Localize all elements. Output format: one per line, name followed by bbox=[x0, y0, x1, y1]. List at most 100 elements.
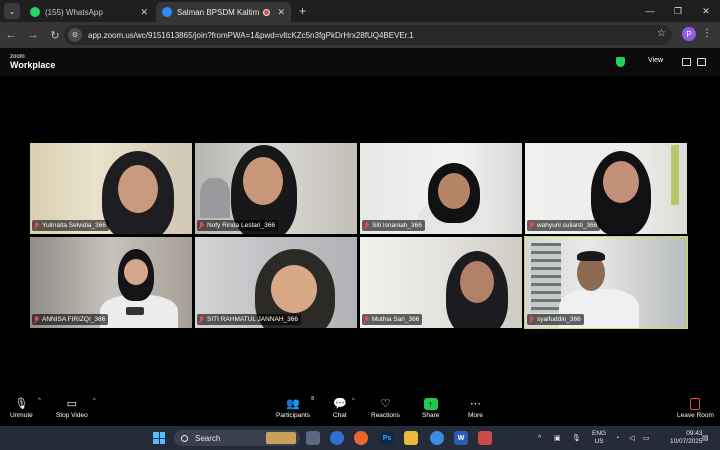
recording-icon bbox=[263, 8, 271, 16]
view-button[interactable]: View bbox=[648, 57, 685, 207]
taskbar-search[interactable]: Search bbox=[174, 430, 300, 446]
reload-button[interactable]: ↻ bbox=[44, 29, 66, 42]
video-tile[interactable]: SITI RAHMATUL JANNAH_366 bbox=[195, 237, 357, 328]
pdf-reader-icon[interactable] bbox=[478, 431, 492, 445]
share-icon: ↑ bbox=[423, 398, 438, 410]
tab-label: Salman BPSDM Kaltim's Per bbox=[177, 7, 260, 17]
system-clock[interactable]: 09:43 10/07/2025 bbox=[670, 430, 703, 446]
windows-start-icon[interactable] bbox=[153, 432, 165, 444]
chevron-up-icon[interactable]: ^ bbox=[93, 398, 96, 404]
address-bar[interactable]: ⚙ app.zoom.us/wc/9151613865/join?fromPWA… bbox=[64, 25, 672, 45]
chevron-up-icon[interactable]: ^ bbox=[38, 398, 41, 404]
participants-icon: 👥 bbox=[286, 398, 300, 410]
muted-mic-icon bbox=[198, 315, 204, 324]
muted-mic-icon bbox=[33, 221, 39, 230]
leave-room-button[interactable]: Leave Room bbox=[677, 396, 714, 419]
exit-icon bbox=[690, 398, 701, 410]
stop-video-button[interactable]: ▭ Stop Video ^ bbox=[56, 396, 96, 419]
participants-count: 8 bbox=[311, 396, 314, 402]
muted-mic-icon bbox=[198, 221, 204, 230]
wifi-icon[interactable]: ◔ bbox=[615, 426, 619, 450]
zoom-logo: Workplace bbox=[10, 60, 56, 70]
participant-name-label: ANNISA FIRIZQI_366 bbox=[32, 314, 109, 325]
participant-name-label: Nofy Rinda Lestari_366 bbox=[197, 220, 278, 231]
chrome-icon[interactable] bbox=[430, 431, 444, 445]
close-icon[interactable]: ✕ bbox=[277, 7, 285, 18]
new-tab-button[interactable]: + bbox=[299, 4, 306, 18]
site-info-icon[interactable]: ⚙ bbox=[68, 28, 82, 42]
search-icon bbox=[181, 434, 188, 442]
screen: ⌄ (155) WhatsApp ✕ Salman BPSDM Kaltim's… bbox=[0, 0, 720, 450]
muted-mic-icon bbox=[363, 221, 369, 230]
unmute-button[interactable]: 🎙 Unmute ^ bbox=[10, 396, 41, 419]
more-dots-icon: ⋯ bbox=[469, 398, 481, 410]
browser-menu-icon[interactable]: ⋮ bbox=[702, 28, 712, 39]
meet-now-icon[interactable]: ▣ bbox=[554, 426, 561, 450]
firefox-icon[interactable] bbox=[354, 431, 368, 445]
browser-toolbar: ← → ↻ ⚙ app.zoom.us/wc/9151613865/join?f… bbox=[0, 22, 720, 48]
window-controls: — ❐ ✕ bbox=[636, 0, 720, 22]
video-tile[interactable]: Nofy Rinda Lestari_366 bbox=[195, 143, 357, 234]
video-tile[interactable]: Yulmaita Selvidia_366 bbox=[30, 143, 192, 234]
volume-icon[interactable]: ◁ bbox=[629, 426, 634, 450]
microphone-muted-icon: 🎙 bbox=[14, 398, 29, 410]
whatsapp-icon bbox=[30, 7, 40, 17]
microphone-icon[interactable]: 🎙 bbox=[572, 426, 581, 450]
minimize-meeting-icon[interactable] bbox=[682, 58, 691, 66]
minimize-button[interactable]: — bbox=[636, 6, 664, 16]
notification-icon[interactable]: ▤ bbox=[702, 426, 709, 450]
participant-name-label: Yulmaita Selvidia_366 bbox=[32, 220, 109, 231]
language-indicator[interactable]: ENG US bbox=[592, 430, 606, 446]
edge-icon[interactable] bbox=[330, 431, 344, 445]
camera-icon: ▭ bbox=[66, 398, 78, 410]
chat-icon: 💬 bbox=[333, 398, 347, 410]
chat-button[interactable]: 💬 Chat ^ bbox=[333, 396, 355, 419]
forward-button[interactable]: → bbox=[22, 29, 44, 41]
search-highlight-image bbox=[266, 432, 296, 444]
reactions-button[interactable]: ♡ Reactions bbox=[371, 396, 400, 419]
muted-mic-icon bbox=[528, 315, 534, 324]
muted-mic-icon bbox=[33, 315, 39, 324]
share-button[interactable]: ↑ Share bbox=[422, 396, 439, 419]
photoshop-icon[interactable]: Ps bbox=[380, 431, 394, 445]
show-hidden-icons[interactable]: ^ bbox=[538, 426, 541, 450]
bookmark-star-icon[interactable]: ☆ bbox=[657, 28, 666, 39]
tab-whatsapp[interactable]: (155) WhatsApp ✕ bbox=[24, 2, 154, 22]
participant-name-label: Muthia Sari_366 bbox=[362, 314, 423, 325]
encryption-shield-icon[interactable] bbox=[616, 57, 625, 67]
video-tile[interactable]: wahyuni sulianti_366 bbox=[525, 143, 687, 234]
search-label: Search bbox=[195, 433, 221, 443]
windows-taskbar: Search Ps W ^ ▣ 🎙 ENG US ◔ ◁ ▭ 09:43 10/… bbox=[0, 426, 720, 450]
heart-icon: ♡ bbox=[380, 398, 391, 410]
participant-name-label: wahyuni sulianti_366 bbox=[527, 220, 601, 231]
participant-name-label: syaifuddin_366 bbox=[527, 314, 584, 325]
close-window-button[interactable]: ✕ bbox=[692, 6, 720, 17]
file-explorer-icon[interactable] bbox=[404, 431, 418, 445]
video-tile[interactable]: ANNISA FIRIZQI_366 bbox=[30, 237, 192, 328]
task-view-icon[interactable] bbox=[306, 431, 320, 445]
url-text: app.zoom.us/wc/9151613865/join?fromPWA=1… bbox=[88, 30, 414, 40]
zoom-icon bbox=[162, 7, 172, 17]
more-button[interactable]: ⋯ More bbox=[468, 396, 483, 419]
video-tile[interactable]: Siti Isnaniah_366 bbox=[360, 143, 522, 234]
muted-mic-icon bbox=[363, 315, 369, 324]
chevron-up-icon[interactable]: ^ bbox=[352, 398, 355, 404]
video-tile[interactable]: Muthia Sari_366 bbox=[360, 237, 522, 328]
close-icon[interactable]: ✕ bbox=[140, 7, 148, 18]
fullscreen-icon[interactable] bbox=[697, 58, 706, 66]
browser-tab-strip: ⌄ (155) WhatsApp ✕ Salman BPSDM Kaltim's… bbox=[0, 0, 720, 22]
profile-avatar[interactable]: P bbox=[682, 27, 696, 41]
zoom-header: zoom Workplace View bbox=[0, 48, 720, 207]
view-label: View bbox=[648, 57, 664, 64]
restore-button[interactable]: ❐ bbox=[664, 6, 692, 17]
participant-name-label: Siti Isnaniah_366 bbox=[362, 220, 425, 231]
back-button[interactable]: ← bbox=[0, 29, 22, 41]
participants-button[interactable]: 👥 8 Participants bbox=[276, 396, 314, 419]
tab-search-button[interactable]: ⌄ bbox=[4, 3, 20, 19]
participant-name-label: SITI RAHMATUL JANNAH_366 bbox=[197, 314, 302, 325]
battery-icon[interactable]: ▭ bbox=[643, 426, 650, 450]
tab-zoom[interactable]: Salman BPSDM Kaltim's Per ✕ bbox=[156, 2, 291, 22]
video-tile-active-speaker[interactable]: syaifuddin_366 bbox=[524, 236, 688, 329]
word-icon[interactable]: W bbox=[454, 431, 468, 445]
video-gallery: Yulmaita Selvidia_366 Nofy Rinda Lestari… bbox=[30, 143, 688, 329]
